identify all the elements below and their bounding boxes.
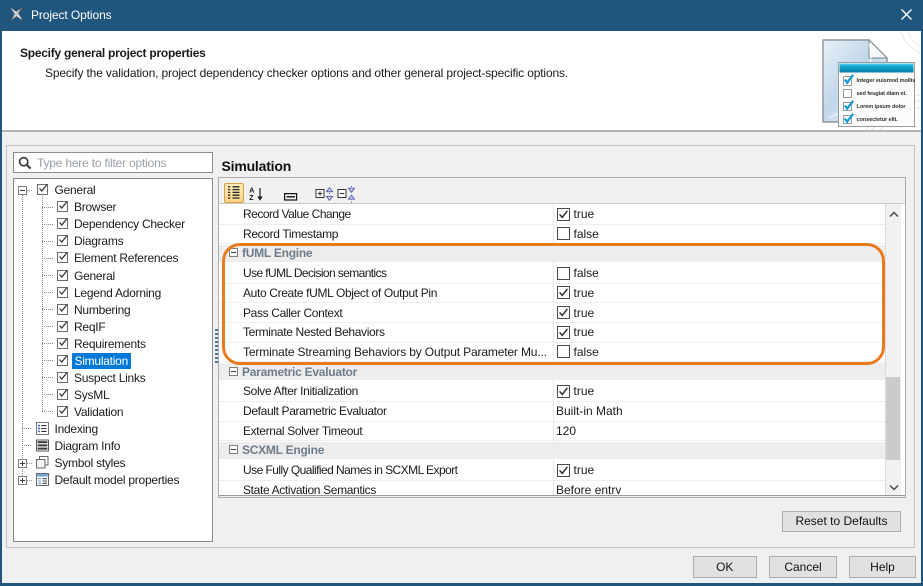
svg-text:A: A (249, 187, 254, 194)
svg-text:Z: Z (249, 195, 254, 202)
